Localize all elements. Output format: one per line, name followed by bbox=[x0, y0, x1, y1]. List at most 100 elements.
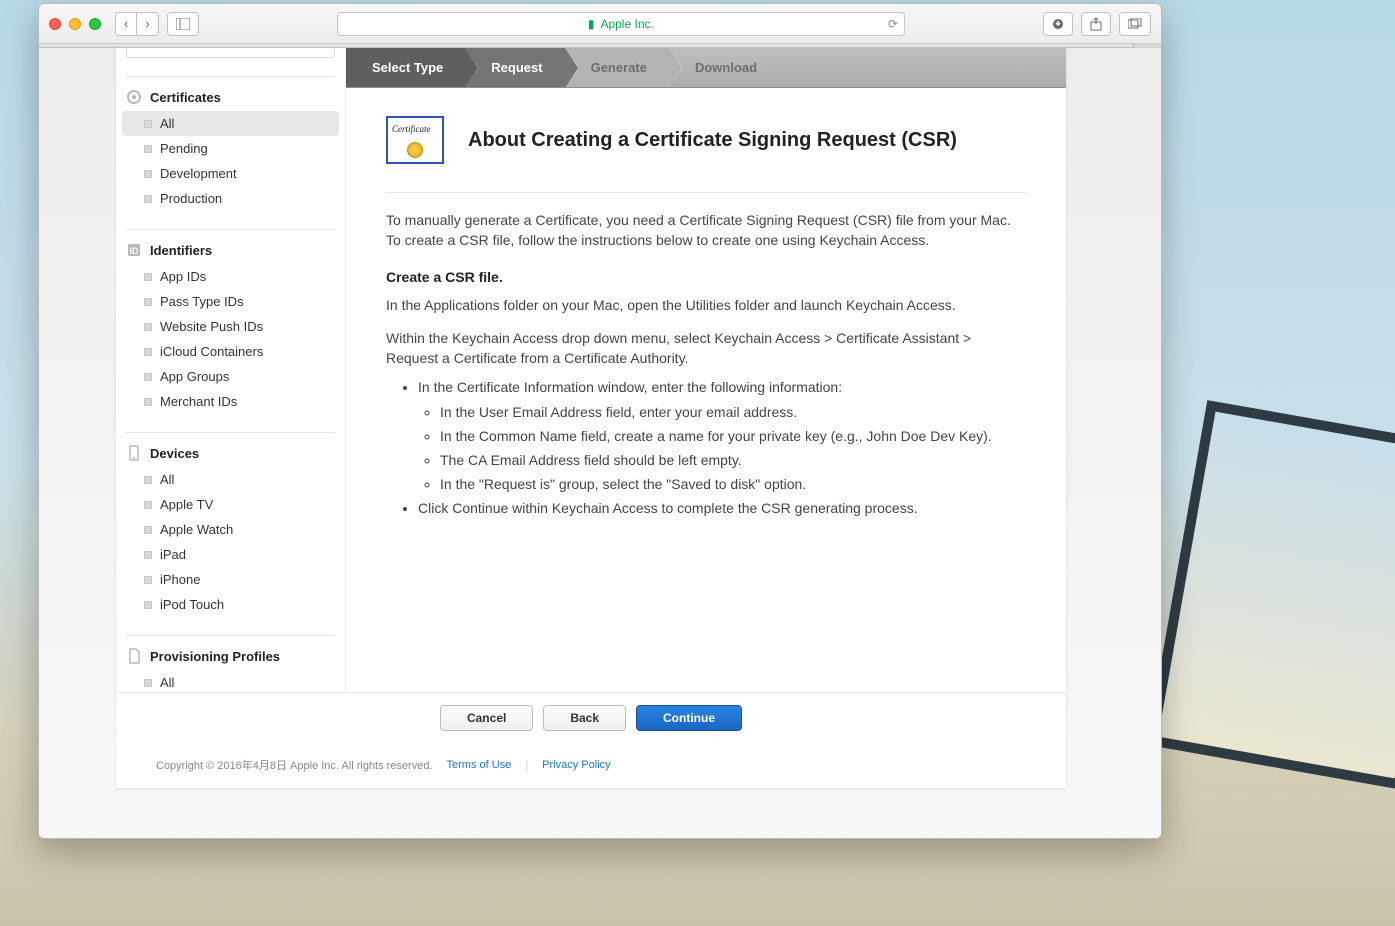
bullet-icon bbox=[144, 679, 152, 687]
sidebar-item-pass-type-ids[interactable]: Pass Type IDs bbox=[116, 289, 345, 314]
list-item: In the "Request is" group, select the "S… bbox=[440, 474, 1026, 495]
article-title: About Creating a Certificate Signing Req… bbox=[468, 129, 957, 152]
sidebar-item-label: Apple Watch bbox=[160, 522, 233, 537]
sidebar-item-label: App IDs bbox=[160, 269, 206, 284]
platform-selector[interactable] bbox=[126, 48, 335, 58]
list-item: In the Certificate Information window, e… bbox=[418, 377, 1026, 495]
close-window-button[interactable] bbox=[49, 18, 61, 30]
main: Select Type Request Generate Download Ab… bbox=[346, 48, 1066, 788]
profiles-icon bbox=[126, 648, 142, 664]
terms-link[interactable]: Terms of Use bbox=[447, 759, 512, 771]
sidebar-item-icloud-containers[interactable]: iCloud Containers bbox=[116, 339, 345, 364]
article-p2: Within the Keychain Access drop down men… bbox=[386, 329, 1026, 368]
sidebar-item-label: App Groups bbox=[160, 369, 229, 384]
sidebar-divider bbox=[126, 76, 335, 77]
sidebar-item-label: Website Push IDs bbox=[160, 319, 263, 334]
toolbar-right bbox=[1043, 12, 1151, 36]
sidebar-heading-profiles: Provisioning Profiles bbox=[116, 646, 345, 670]
list-item-text: In the Certificate Information window, e… bbox=[418, 379, 842, 395]
tabs-button[interactable] bbox=[1119, 12, 1151, 36]
sidebar-heading-certificates: Certificates bbox=[116, 87, 345, 111]
tabs-icon bbox=[1128, 18, 1142, 30]
sidebar-item-label: Pending bbox=[160, 141, 208, 156]
cancel-button[interactable]: Cancel bbox=[440, 705, 533, 731]
breadcrumb-step-request[interactable]: Request bbox=[465, 48, 564, 87]
share-icon bbox=[1090, 17, 1102, 31]
bullet-icon bbox=[144, 476, 152, 484]
sidebar-item-app-groups[interactable]: App Groups bbox=[116, 364, 345, 389]
bullet-icon bbox=[144, 273, 152, 281]
back-button[interactable]: Back bbox=[543, 705, 626, 731]
sidebar-group-devices: Devices All Apple TV Apple Watch iPad iP… bbox=[116, 443, 345, 617]
copyright: Copyright © 2016年4月8日 Apple Inc. All rig… bbox=[156, 757, 433, 773]
sidebar-toggle-button[interactable] bbox=[167, 12, 199, 36]
bullet-icon bbox=[144, 526, 152, 534]
sidebar-item-certificates-development[interactable]: Development bbox=[116, 161, 345, 186]
sidebar-item-label: Pass Type IDs bbox=[160, 294, 244, 309]
downloads-button[interactable] bbox=[1043, 12, 1073, 36]
list-item: In the Common Name field, create a name … bbox=[440, 426, 1026, 447]
sidebar-heading-identifiers: ID Identifiers bbox=[116, 240, 345, 264]
breadcrumb-label: Request bbox=[491, 60, 542, 75]
sidebar-item-label: iPhone bbox=[160, 572, 200, 587]
zoom-window-button[interactable] bbox=[89, 18, 101, 30]
sidebar-item-certificates-pending[interactable]: Pending bbox=[116, 136, 345, 161]
sidebar-item-website-push-ids[interactable]: Website Push IDs bbox=[116, 314, 345, 339]
breadcrumb: Select Type Request Generate Download bbox=[346, 48, 1066, 88]
lock-icon: ▮ bbox=[588, 17, 595, 31]
bullet-icon bbox=[144, 145, 152, 153]
sidebar-item-devices-all[interactable]: All bbox=[116, 467, 345, 492]
list-item: The CA Email Address field should be lef… bbox=[440, 450, 1026, 471]
sidebar-item-app-ids[interactable]: App IDs bbox=[116, 264, 345, 289]
identifiers-icon: ID bbox=[126, 242, 142, 258]
sidebar: Certificates All Pending Development Pro… bbox=[116, 48, 346, 788]
article-list: In the Certificate Information window, e… bbox=[418, 377, 1026, 519]
privacy-link[interactable]: Privacy Policy bbox=[542, 759, 610, 771]
bullet-icon bbox=[144, 170, 152, 178]
back-button[interactable]: ‹ bbox=[115, 12, 136, 36]
list-item: In the User Email Address field, enter y… bbox=[440, 402, 1026, 423]
sidebar-divider bbox=[126, 432, 335, 433]
breadcrumb-label: Download bbox=[695, 60, 757, 75]
sidebar-item-certificates-production[interactable]: Production bbox=[116, 186, 345, 211]
sidebar-item-label: iPod Touch bbox=[160, 597, 224, 612]
article-sublist: In the User Email Address field, enter y… bbox=[440, 402, 1026, 495]
sidebar-item-iphone[interactable]: iPhone bbox=[116, 567, 345, 592]
content-card: Certificates All Pending Development Pro… bbox=[116, 48, 1066, 788]
list-item: Click Continue within Keychain Access to… bbox=[418, 498, 1026, 519]
sidebar-heading-label: Certificates bbox=[150, 90, 221, 105]
sidebar-item-label: All bbox=[160, 472, 174, 487]
breadcrumb-step-select-type[interactable]: Select Type bbox=[346, 48, 465, 87]
download-icon bbox=[1052, 18, 1064, 30]
address-bar[interactable]: ▮ Apple Inc. ⟳ bbox=[337, 12, 905, 36]
sidebar-item-apple-tv[interactable]: Apple TV bbox=[116, 492, 345, 517]
sidebar-item-label: Production bbox=[160, 191, 222, 206]
sidebar-heading-label: Provisioning Profiles bbox=[150, 649, 280, 664]
article-section-heading: Create a CSR file. bbox=[386, 268, 1026, 288]
safari-window: ‹ › ▮ Apple Inc. ⟳ + bbox=[38, 3, 1162, 839]
sidebar-divider bbox=[126, 635, 335, 636]
bullet-icon bbox=[144, 601, 152, 609]
nav-back-forward: ‹ › bbox=[115, 12, 159, 36]
sidebar-item-certificates-all[interactable]: All bbox=[122, 111, 339, 136]
bullet-icon bbox=[144, 501, 152, 509]
sidebar-item-label: Merchant IDs bbox=[160, 394, 237, 409]
bullet-icon bbox=[144, 373, 152, 381]
sidebar-item-ipad[interactable]: iPad bbox=[116, 542, 345, 567]
minimize-window-button[interactable] bbox=[69, 18, 81, 30]
sidebar-item-merchant-ids[interactable]: Merchant IDs bbox=[116, 389, 345, 414]
sidebar-heading-label: Identifiers bbox=[150, 243, 212, 258]
reload-icon[interactable]: ⟳ bbox=[888, 17, 898, 31]
continue-button[interactable]: Continue bbox=[636, 705, 742, 731]
desktop-photo-frame bbox=[1147, 400, 1395, 790]
breadcrumb-label: Select Type bbox=[372, 60, 443, 75]
sidebar-item-label: Development bbox=[160, 166, 237, 181]
bullet-icon bbox=[144, 348, 152, 356]
forward-button[interactable]: › bbox=[136, 12, 158, 36]
sidebar-item-apple-watch[interactable]: Apple Watch bbox=[116, 517, 345, 542]
share-button[interactable] bbox=[1081, 12, 1111, 36]
sidebar-item-ipod-touch[interactable]: iPod Touch bbox=[116, 592, 345, 617]
footer-separator: | bbox=[525, 759, 528, 771]
article-header: About Creating a Certificate Signing Req… bbox=[386, 116, 1026, 193]
page-footer: Copyright © 2016年4月8日 Apple Inc. All rig… bbox=[116, 742, 1066, 788]
